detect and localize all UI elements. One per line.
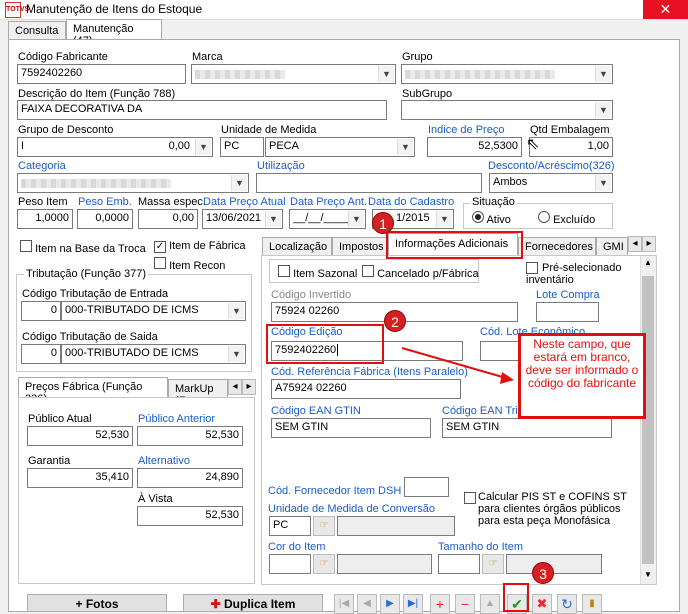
- annotation-note: Neste campo, que estará em branco, deve …: [518, 333, 646, 419]
- annotation-arrow: [401, 347, 514, 384]
- mouse-cursor-icon: ⇖: [526, 136, 540, 153]
